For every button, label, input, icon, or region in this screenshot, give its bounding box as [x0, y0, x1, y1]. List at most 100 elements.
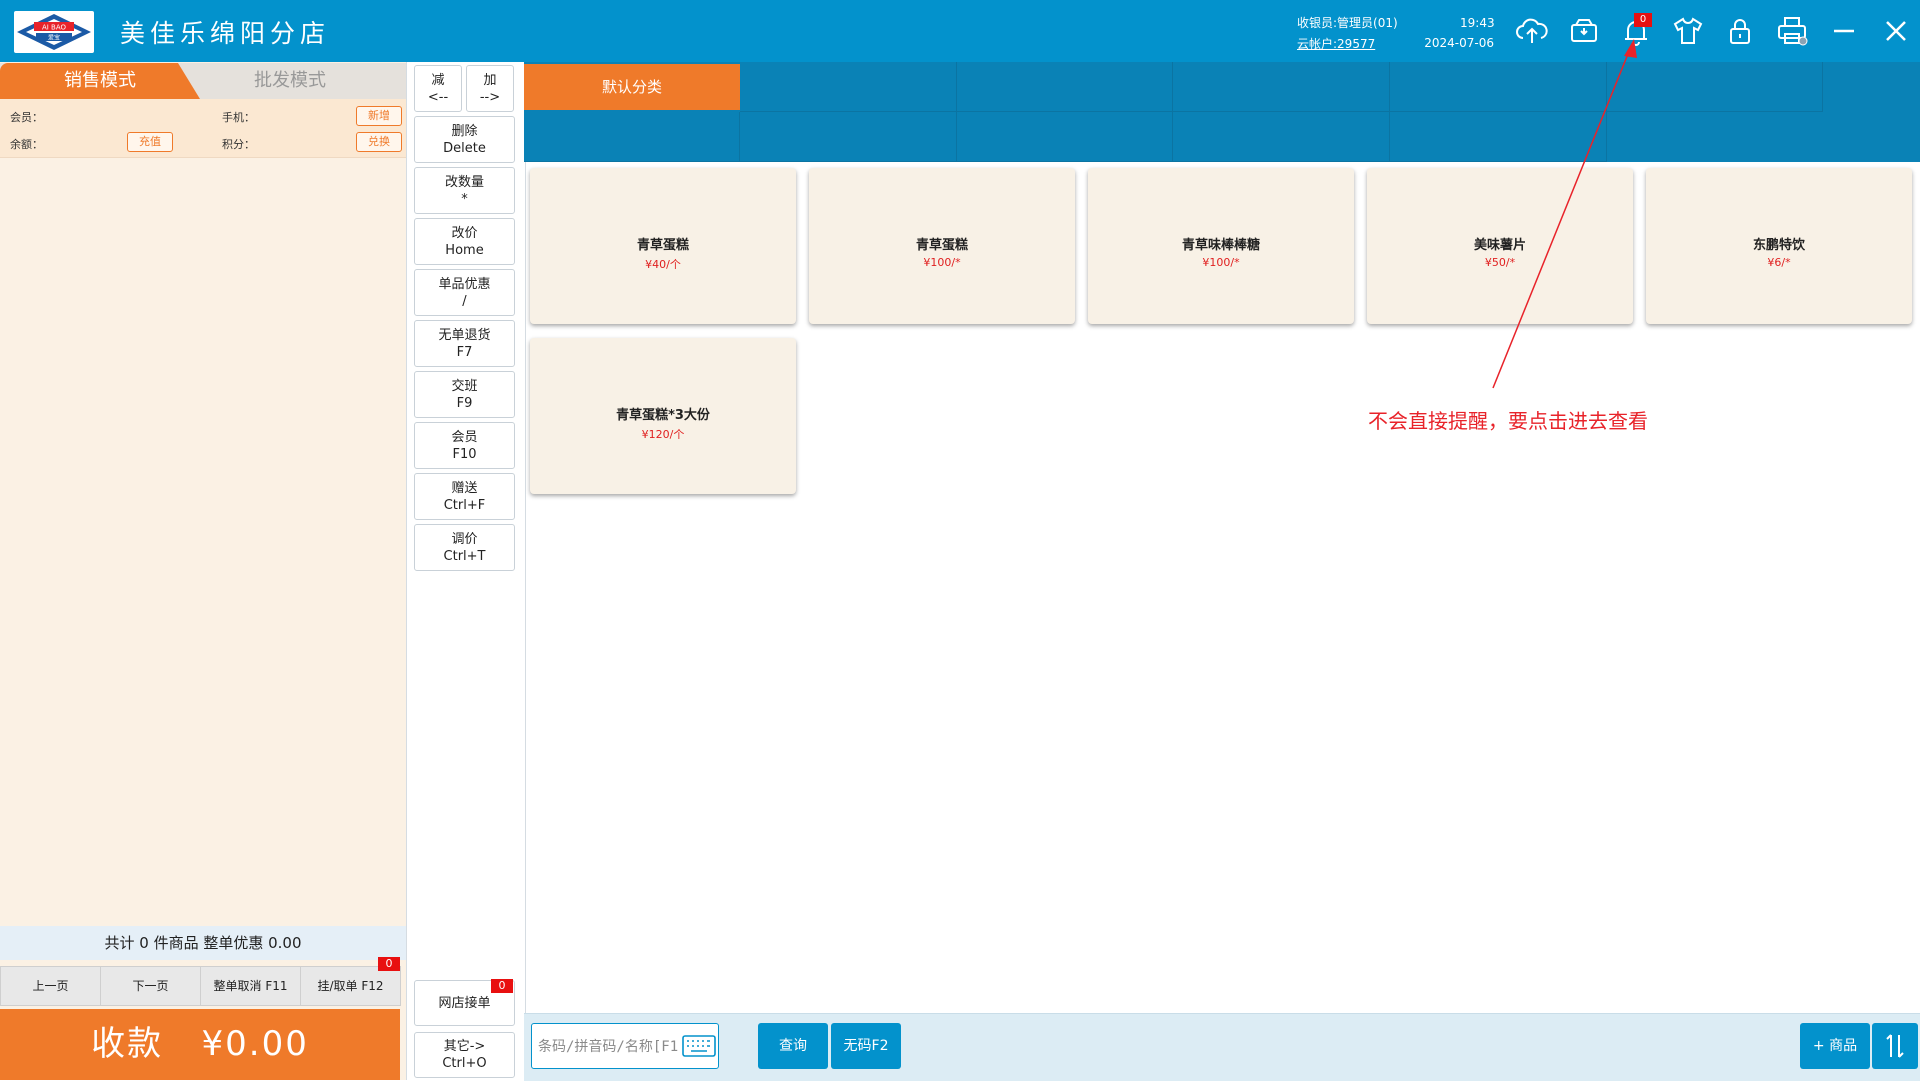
adjust-price-button[interactable]: 调价 Ctrl+T	[414, 524, 515, 571]
change-quantity-button[interactable]: 改数量 *	[414, 167, 515, 214]
member-label: 会员：	[10, 111, 43, 124]
return-without-receipt-button[interactable]: 无单退货 F7	[414, 320, 515, 367]
decrease-label: 减	[431, 72, 445, 88]
keyboard-icon[interactable]	[682, 1033, 716, 1059]
product-card[interactable]: 东鹏特饮 ¥6/*	[1646, 168, 1912, 324]
other-functions-button[interactable]: 其它-> Ctrl+O	[414, 1032, 515, 1078]
change-price-shortcut: Home	[445, 242, 484, 258]
next-page-button[interactable]: 下一页	[100, 966, 201, 1006]
decrease-button[interactable]: 减 <--	[414, 65, 462, 112]
search-box	[531, 1023, 719, 1070]
member-button[interactable]: 会员 F10	[414, 422, 515, 469]
change-price-label: 改价	[451, 225, 478, 241]
svg-text:爱宝: 爱宝	[48, 34, 60, 42]
tab-sale-mode[interactable]: 销售模式	[0, 63, 200, 99]
cash-box-icon[interactable]	[1566, 13, 1602, 49]
query-button[interactable]: 查询	[758, 1023, 828, 1069]
other-label: 其它->	[443, 1039, 486, 1054]
category-slot[interactable]	[957, 62, 1173, 112]
cloud-upload-icon[interactable]	[1514, 13, 1550, 49]
sort-arrows-icon	[1886, 1034, 1904, 1058]
category-default[interactable]: 默认分类	[524, 64, 740, 110]
bottom-bar: 查询 无码F2 + 商品	[524, 1013, 1920, 1081]
add-product-button[interactable]: + 商品	[1800, 1023, 1870, 1069]
product-price: ¥100/*	[923, 256, 961, 269]
shirt-icon[interactable]	[1670, 13, 1706, 49]
category-bar: 默认分类	[524, 62, 1920, 162]
product-price: ¥6/*	[1767, 256, 1791, 269]
product-card[interactable]: 青草蛋糕 ¥100/*	[809, 168, 1075, 324]
shift-handover-button[interactable]: 交班 F9	[414, 371, 515, 418]
product-card[interactable]: 美味薯片 ¥50/*	[1367, 168, 1633, 324]
hold-count-badge: 0	[378, 957, 400, 971]
item-discount-shortcut: /	[462, 293, 467, 309]
gift-button[interactable]: 赠送 Ctrl+F	[414, 473, 515, 520]
printer-icon[interactable]	[1774, 13, 1810, 49]
category-slot[interactable]	[957, 112, 1173, 162]
product-price: ¥100/*	[1202, 256, 1240, 269]
product-name: 青草味棒棒糖	[1181, 238, 1260, 253]
mode-tabs: 销售模式 批发模式	[0, 63, 406, 99]
product-card[interactable]: 青草味棒棒糖 ¥100/*	[1088, 168, 1354, 324]
category-slot[interactable]	[1390, 112, 1607, 162]
product-name: 青草蛋糕	[915, 238, 968, 253]
item-discount-button[interactable]: 单品优惠 /	[414, 269, 515, 316]
category-slot[interactable]	[1607, 62, 1823, 112]
sort-toggle-button[interactable]	[1872, 1023, 1918, 1069]
member-shortcut: F10	[452, 446, 477, 462]
category-slot[interactable]	[1173, 62, 1390, 112]
prev-page-button[interactable]: 上一页	[0, 966, 101, 1006]
online-orders-label: 网店接单	[438, 995, 491, 1011]
tab-wholesale-mode[interactable]: 批发模式	[200, 63, 380, 99]
change-quantity-label: 改数量	[444, 174, 484, 190]
product-name: 美味薯片	[1473, 238, 1526, 253]
annotation-text: 不会直接提醒，要点击进去查看	[1368, 409, 1648, 433]
close-icon[interactable]	[1878, 13, 1914, 49]
pay-amount: ¥0.00	[201, 1024, 309, 1064]
item-discount-label: 单品优惠	[438, 276, 491, 292]
adjust-price-shortcut: Ctrl+T	[443, 548, 486, 564]
redeem-button[interactable]: 兑换	[356, 132, 402, 152]
category-slot[interactable]	[1173, 112, 1390, 162]
shift-shortcut: F9	[456, 395, 473, 411]
no-barcode-button[interactable]: 无码F2	[831, 1023, 901, 1069]
category-slot[interactable]	[740, 62, 957, 112]
recharge-button[interactable]: 充值	[127, 132, 173, 152]
clock-time: 19:43	[1460, 16, 1495, 30]
category-slot[interactable]	[524, 112, 740, 162]
increase-label: 加	[483, 72, 497, 88]
change-price-button[interactable]: 改价 Home	[414, 218, 515, 265]
return-shortcut: F7	[456, 344, 473, 360]
aibao-logo: AI BAO 爱宝	[14, 11, 94, 53]
cart-summary: 共计 0 件商品 整单优惠 0.00	[0, 926, 406, 960]
product-price: ¥120/个	[641, 428, 685, 441]
change-quantity-shortcut: *	[461, 191, 468, 207]
gift-shortcut: Ctrl+F	[443, 497, 486, 513]
member-info: 会员： 手机： 新增 余额： 充值 积分： 兑换	[0, 99, 406, 158]
hold-order-button[interactable]: 挂/取单 F12	[300, 966, 401, 1006]
cart-actions: 上一页 下一页 整单取消 F11 挂/取单 F12 0	[0, 957, 406, 1006]
category-slot[interactable]	[1390, 62, 1607, 112]
add-member-button[interactable]: 新增	[356, 106, 402, 126]
product-name: 青草蛋糕	[636, 238, 689, 253]
top-bar: AI BAO 爱宝 美佳乐绵阳分店 收银员:管理员(01) 云帐户:29577 …	[0, 0, 1920, 62]
increase-button[interactable]: 加 -->	[466, 65, 514, 112]
decrease-shortcut: <--	[427, 89, 449, 105]
pay-button[interactable]: 收款 ¥0.00	[0, 1009, 400, 1080]
function-column: 减 <-- 加 --> 删除 Delete 改数量 * 改价 Home 单品优惠…	[406, 62, 526, 1080]
minimize-icon[interactable]	[1826, 13, 1862, 49]
product-card[interactable]: 青草蛋糕 ¥40/个	[530, 168, 796, 324]
adjust-price-label: 调价	[451, 531, 478, 547]
cloud-account-link[interactable]: 云帐户:29577	[1297, 35, 1375, 52]
clock-date: 2024-07-06	[1424, 36, 1494, 50]
delete-label: 删除	[451, 123, 478, 139]
lock-icon[interactable]	[1722, 13, 1758, 49]
delete-button[interactable]: 删除 Delete	[414, 116, 515, 163]
points-label: 积分：	[222, 138, 255, 151]
category-slot[interactable]	[740, 112, 957, 162]
search-input[interactable]	[536, 1024, 680, 1070]
cancel-order-button[interactable]: 整单取消 F11	[200, 966, 301, 1006]
product-price: ¥50/*	[1484, 256, 1516, 269]
online-orders-badge: 0	[491, 979, 513, 993]
product-card[interactable]: 青草蛋糕*3大份 ¥120/个	[530, 338, 796, 494]
